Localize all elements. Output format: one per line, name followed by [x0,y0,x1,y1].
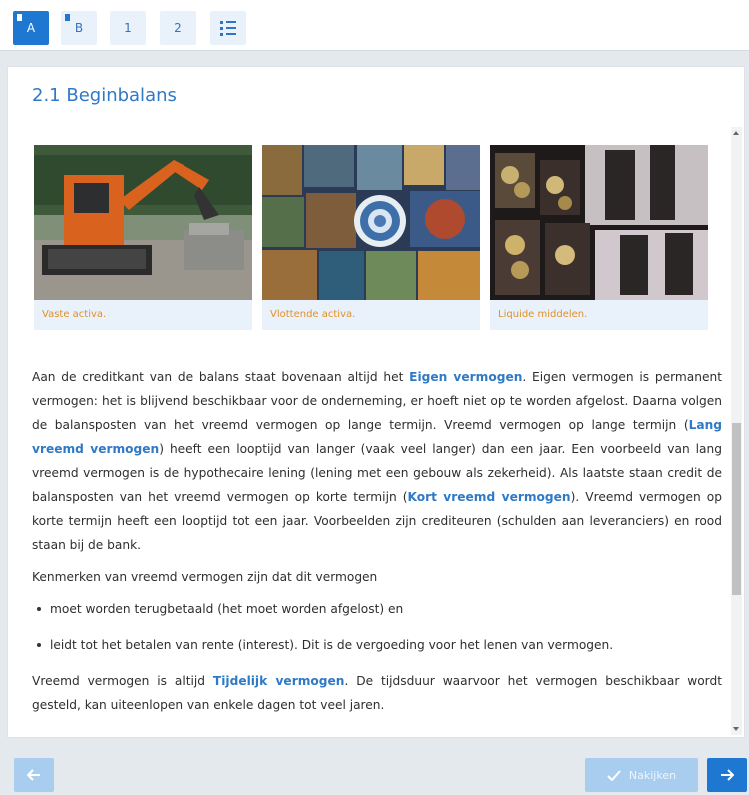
arrow-right-icon [721,769,734,781]
body-text: Aan de creditkant van de balans staat bo… [32,365,722,725]
tab-a-label: A [26,21,36,35]
arrow-left-icon [27,769,40,781]
figure-vlottende-activa: Vlottende activa. [262,145,480,330]
tab-1[interactable]: 1 [110,11,146,45]
checkmark-icon [607,769,621,781]
list-item: leidt tot het betalen van rente (interes… [32,633,722,657]
scroll-down-icon[interactable] [733,727,739,731]
figure-liquide-middelen: Liquide middelen. [490,145,708,330]
tab-overview[interactable] [210,11,246,45]
keyword-kort-vreemd-vermogen[interactable]: Kort vreemd vermogen [407,490,570,504]
text-run: Aan de creditkant van de balans staat bo… [32,370,410,384]
content-card: 2.1 Beginbalans Vaste activa. Vlottende … [7,66,745,738]
check-button-label: Nakijken [628,768,677,782]
tab-2-label: 2 [174,21,182,35]
section-title: 2.1 Beginbalans [32,85,177,106]
bookmark-flag-icon [65,14,70,21]
scroll-up-icon[interactable] [733,131,739,135]
text-run: Vreemd vermogen is altijd [32,674,213,688]
content-scroll-area[interactable]: Vaste activa. Vlottende activa. Liquide … [16,127,728,735]
scroll-thumb[interactable] [732,423,741,595]
figure-vaste-activa: Vaste activa. [34,145,252,330]
excavator-photo [34,145,252,300]
list-item: moet worden terugbetaald (het moet worde… [32,597,722,621]
figure-caption: Vaste activa. [34,300,252,330]
figure-caption: Liquide middelen. [490,300,708,330]
paragraph: Vreemd vermogen is altijd Tijdelijk verm… [32,669,722,717]
check-button[interactable]: Nakijken [585,758,698,792]
cash-drawer-photo [490,145,708,300]
tab-a[interactable]: A [13,11,49,45]
bullet-list: moet worden terugbetaald (het moet worde… [32,597,722,657]
vertical-scrollbar[interactable] [731,127,742,735]
tab-b[interactable]: B [61,11,97,45]
paragraph: Aan de creditkant van de balans staat bo… [32,365,722,557]
bookmark-flag-icon [17,14,22,21]
tab-b-label: B [74,21,84,35]
next-button[interactable] [707,758,747,792]
previous-button[interactable] [14,758,54,792]
tab-bar: A B 1 2 [0,0,749,51]
paragraph: Kenmerken van vreemd vermogen zijn dat d… [32,570,378,584]
figure-caption: Vlottende activa. [262,300,480,330]
keyword-tijdelijk-vermogen[interactable]: Tijdelijk vermogen [213,674,345,688]
tab-2[interactable]: 2 [160,11,196,45]
list-icon [220,20,236,36]
keyword-eigen-vermogen[interactable]: Eigen vermogen [409,370,522,384]
pottery-photo [262,145,480,300]
tab-1-label: 1 [124,21,132,35]
